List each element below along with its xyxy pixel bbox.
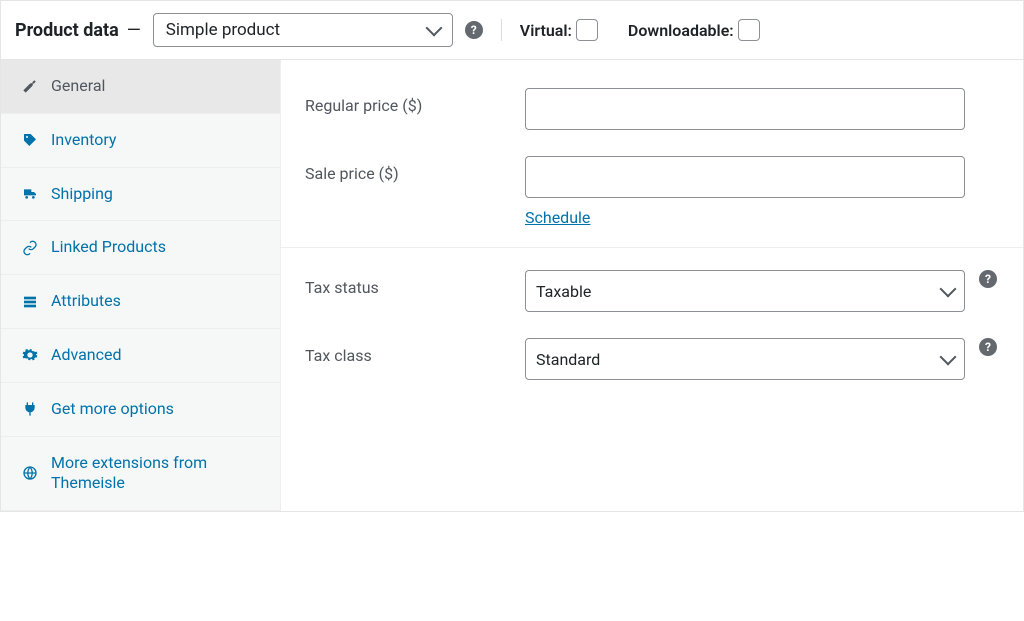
product-type-selected: Simple product: [166, 20, 280, 40]
product-data-panel: Product data — Simple product ? Virtual:…: [0, 0, 1024, 512]
downloadable-toggle: Downloadable:: [628, 19, 760, 41]
chevron-down-icon: [425, 20, 442, 37]
tab-general[interactable]: General: [1, 60, 280, 114]
downloadable-label: Downloadable:: [628, 21, 734, 40]
help-icon[interactable]: ?: [465, 21, 483, 39]
tab-inventory[interactable]: Inventory: [1, 114, 280, 168]
tab-label: Attributes: [51, 291, 121, 312]
section-divider: [281, 247, 1023, 248]
tab-label: Inventory: [51, 130, 117, 151]
tax-class-select[interactable]: Standard: [525, 338, 965, 380]
tab-label: Linked Products: [51, 237, 166, 258]
panel-header: Product data — Simple product ? Virtual:…: [1, 1, 1023, 60]
tab-attributes[interactable]: Attributes: [1, 275, 280, 329]
tab-label: Shipping: [51, 184, 113, 205]
product-type-select[interactable]: Simple product: [153, 13, 453, 47]
schedule-link[interactable]: Schedule: [525, 208, 965, 227]
gear-icon: [21, 346, 39, 364]
tab-get-more-options[interactable]: Get more options: [1, 383, 280, 437]
plug-icon: [21, 400, 39, 418]
virtual-checkbox[interactable]: [576, 19, 598, 41]
tab-advanced[interactable]: Advanced: [1, 329, 280, 383]
tab-content-general: Regular price ($) Sale price ($) Schedul…: [281, 60, 1023, 511]
row-sale-price: Sale price ($) Schedule: [305, 138, 999, 235]
link-icon: [21, 239, 39, 257]
panel-body: General Inventory Shipping Linked Produc…: [1, 60, 1023, 511]
wrench-icon: [21, 77, 39, 95]
sale-price-label: Sale price ($): [305, 156, 525, 183]
tab-label: General: [51, 76, 105, 97]
chevron-down-icon: [940, 281, 957, 298]
tax-class-label: Tax class: [305, 338, 525, 365]
tax-status-label: Tax status: [305, 270, 525, 297]
help-icon[interactable]: ?: [979, 338, 997, 356]
downloadable-checkbox[interactable]: [738, 19, 760, 41]
tab-linked-products[interactable]: Linked Products: [1, 221, 280, 275]
truck-icon: [21, 185, 39, 203]
panel-title: Product data —: [15, 20, 141, 41]
tax-class-value: Standard: [536, 350, 600, 369]
sale-price-input[interactable]: [525, 156, 965, 198]
chevron-down-icon: [940, 349, 957, 366]
row-tax-status: Tax status Taxable ?: [305, 252, 999, 320]
tab-shipping[interactable]: Shipping: [1, 168, 280, 222]
globe-icon: [21, 464, 39, 482]
tabs-sidebar: General Inventory Shipping Linked Produc…: [1, 60, 281, 511]
panel-title-dash: —: [127, 20, 141, 41]
list-icon: [21, 293, 39, 311]
regular-price-input[interactable]: [525, 88, 965, 130]
row-tax-class: Tax class Standard ?: [305, 320, 999, 388]
virtual-label: Virtual:: [520, 21, 572, 40]
tag-icon: [21, 131, 39, 149]
tab-label: Get more options: [51, 399, 174, 420]
panel-title-text: Product data: [15, 20, 119, 41]
tab-label: Advanced: [51, 345, 122, 366]
row-regular-price: Regular price ($): [305, 70, 999, 138]
virtual-toggle: Virtual:: [520, 19, 598, 41]
tax-status-select[interactable]: Taxable: [525, 270, 965, 312]
divider: [501, 19, 502, 41]
tax-status-value: Taxable: [536, 282, 591, 301]
help-icon[interactable]: ?: [979, 270, 997, 288]
tab-themeisle-extensions[interactable]: More extensions from Themeisle: [1, 437, 280, 512]
tab-label: More extensions from Themeisle: [51, 453, 260, 495]
regular-price-label: Regular price ($): [305, 88, 525, 115]
